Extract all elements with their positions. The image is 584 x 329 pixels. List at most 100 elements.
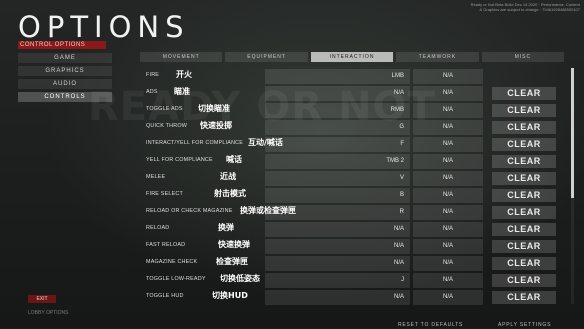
primary-binding[interactable]: J [265,273,410,288]
primary-binding-value: N/A [393,226,404,232]
secondary-binding[interactable]: N/A [413,256,483,271]
tab-teamwork[interactable]: TEAMWORK [396,52,479,62]
keybind-row-reload-or-check: RELOAD OR CHECK MAGAZINE 换弹或检查弹匣 R N/A C… [140,204,564,221]
secondary-binding[interactable]: N/A [413,290,483,305]
clear-button[interactable]: CLEAR [492,291,556,304]
tab-interaction[interactable]: INTERACTION [310,52,394,62]
secondary-binding[interactable]: N/A [413,137,483,152]
tab-misc[interactable]: MISC [481,52,565,62]
clear-button[interactable]: CLEAR [492,87,556,100]
side-menu-item-audio[interactable]: AUDIO [18,79,112,89]
secondary-binding[interactable]: N/A [413,86,483,101]
side-menu-item-game[interactable]: GAME [18,53,112,63]
primary-binding[interactable]: N/A [265,239,410,254]
secondary-binding[interactable]: N/A [413,103,483,118]
clear-button[interactable]: CLEAR [492,138,556,151]
action-label-cn: 检查弹匣 [216,257,248,266]
secondary-binding[interactable]: N/A [413,239,483,254]
action-label: INTERACT/YELL FOR COMPLIANCE [146,140,244,146]
clear-button[interactable]: CLEAR [492,189,556,202]
secondary-binding[interactable]: N/A [413,222,483,237]
clear-button[interactable]: CLEAR [492,155,556,168]
clear-button[interactable]: CLEAR [492,172,556,185]
keybind-row-magazine-check: MAGAZINE CHECK 检查弹匣 N/A N/A CLEAR [140,255,564,272]
action-label-cn: 切换瞄准 [198,104,230,113]
primary-binding[interactable]: LMB [265,69,410,84]
primary-binding[interactable]: V [265,171,410,186]
keybind-row-toggle-ads: TOGGLE ADS 切换瞄准 RMB N/A CLEAR [140,102,564,119]
primary-binding[interactable]: B [265,188,410,203]
primary-binding[interactable]: F [265,137,410,152]
clear-button[interactable]: CLEAR [492,240,556,253]
action-label-cn: 换弹 [218,223,234,232]
clear-button[interactable]: CLEAR [492,104,556,117]
clear-button[interactable]: CLEAR [492,257,556,270]
exit-button[interactable]: EXIT [28,295,56,303]
page-title: OPTIONS [18,10,190,44]
keybind-row-fast-reload: FAST RELOAD 快速换弹 N/A N/A CLEAR [140,238,564,255]
primary-binding-value: LMB [391,73,404,79]
primary-binding[interactable]: N/A [265,86,410,101]
primary-binding[interactable]: RMB [265,103,410,118]
action-label: TOGGLE ADS [146,106,183,112]
secondary-binding[interactable]: N/A [413,273,483,288]
action-label: FIRE SELECT [146,191,183,197]
action-label: FIRE [146,72,160,78]
secondary-binding[interactable]: N/A [413,154,483,169]
action-label-cn: 瞄准 [174,87,190,96]
keybind-row-ads: ADS 瞄准 N/A N/A CLEAR [140,85,564,102]
primary-binding-value: J [401,277,404,283]
tab-bar: MOVEMENT EQUIPMENT INTERACTION TEAMWORK … [140,52,565,62]
action-label: QUICK THROW [146,123,188,129]
keybind-row-reload: RELOAD 换弹 N/A N/A CLEAR [140,221,564,238]
action-label: YELL FOR COMPLIANCE [146,157,213,163]
secondary-binding[interactable]: N/A [413,188,483,203]
action-label-cn: 喊话 [226,155,242,164]
secondary-binding[interactable]: N/A [413,171,483,186]
primary-binding-value: V [399,175,404,181]
lobby-options-link[interactable]: LOBBY OPTIONS [28,310,68,316]
keybind-row-toggle-hud: TOGGLE HUD 切换HUD N/A N/A CLEAR [140,289,564,306]
clear-button[interactable]: CLEAR [492,223,556,236]
scrollbar-thumb[interactable] [571,68,574,198]
primary-binding[interactable]: N/A [265,290,410,305]
secondary-binding[interactable]: N/A [413,205,483,220]
action-label: TOGGLE LOW-READY [146,276,206,282]
action-label: RELOAD [146,225,170,231]
action-label-cn: 快速换弹 [218,240,250,249]
primary-binding-value: G [399,124,404,130]
clear-button[interactable]: CLEAR [492,206,556,219]
action-label: ADS [146,89,158,95]
primary-binding[interactable]: TMB 2 [265,154,410,169]
keybind-row-fire-select: FIRE SELECT 射击模式 B N/A CLEAR [140,187,564,204]
primary-binding-value: N/A [393,294,404,300]
primary-binding-value: N/A [393,90,404,96]
primary-binding-value: N/A [393,243,404,249]
primary-binding[interactable]: N/A [265,222,410,237]
action-label: MAGAZINE CHECK [146,259,198,265]
action-label-cn: 射击模式 [214,189,246,198]
action-label: TOGGLE HUD [146,293,184,299]
secondary-binding[interactable]: N/A [413,120,483,135]
keybind-row-interact: INTERACT/YELL FOR COMPLIANCE 互动/喊话 F N/A… [140,136,564,153]
page-subtitle: CONTROL OPTIONS [18,41,106,49]
action-label-cn: 近战 [220,172,236,181]
primary-binding-value: N/A [393,260,404,266]
side-menu-item-graphics[interactable]: GRAPHICS [18,66,112,76]
side-menu: GAME GRAPHICS AUDIO CONTROLS [18,53,112,105]
primary-binding[interactable]: G [265,120,410,135]
action-label-cn: 切换HUD [212,291,248,300]
side-menu-item-controls[interactable]: CONTROLS [18,92,112,102]
primary-binding[interactable]: N/A [265,256,410,271]
secondary-binding[interactable]: N/A [413,69,483,84]
primary-binding[interactable]: R [265,205,410,220]
action-label: RELOAD OR CHECK MAGAZINE [146,208,233,214]
action-label-cn: 快速投掷 [200,121,232,130]
version-info: Ready or Not Beta Build Dec 14 2020 · Pe… [470,2,580,12]
clear-button[interactable]: CLEAR [492,121,556,134]
tab-equipment[interactable]: EQUIPMENT [225,52,308,62]
keybind-row-quick-throw: QUICK THROW 快速投掷 G N/A CLEAR [140,119,564,136]
scrollbar[interactable] [571,68,574,304]
clear-button[interactable]: CLEAR [492,274,556,287]
tab-movement[interactable]: MOVEMENT [140,52,223,62]
